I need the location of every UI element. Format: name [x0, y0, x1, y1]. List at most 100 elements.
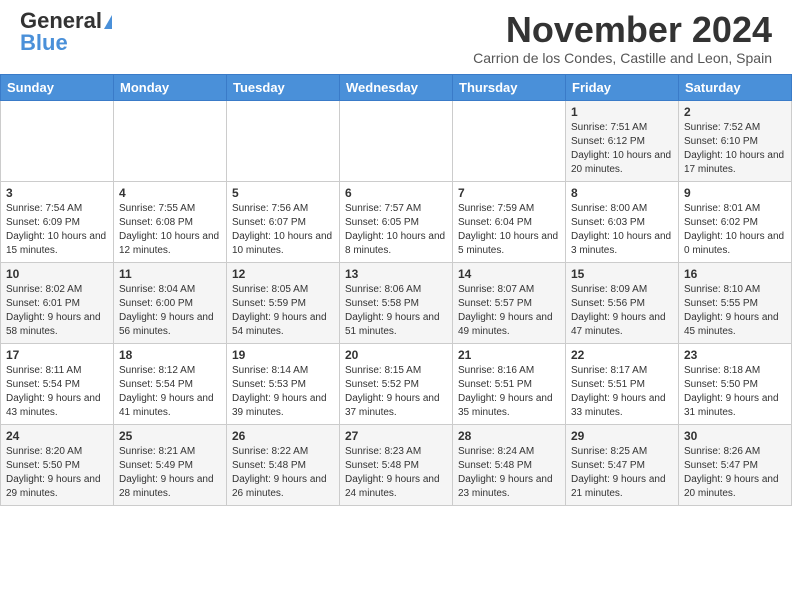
- calendar-cell: 27Sunrise: 8:23 AM Sunset: 5:48 PM Dayli…: [340, 424, 453, 505]
- calendar-cell: 10 Sunrise: 8:02 AM Sunset: 6:01 PM Dayli…: [1, 262, 114, 343]
- day-info: Sunrise: 8:10 AM Sunset: 5:55 PM Dayligh…: [684, 283, 786, 339]
- day-info: Sunrise: 8:22 AM Sunset: 5:48 PM Dayligh…: [232, 445, 334, 501]
- calendar-cell: 19Sunrise: 8:14 AM Sunset: 5:53 PM Dayli…: [227, 343, 340, 424]
- day-number: 9: [684, 186, 786, 200]
- day-number: 3: [6, 186, 108, 200]
- calendar-cell: [114, 100, 227, 181]
- day-number: 1: [571, 105, 673, 119]
- day-number: 7: [458, 186, 560, 200]
- day-info: Sunrise: 7:51 AM Sunset: 6:12 PM Dayligh…: [571, 121, 673, 177]
- day-number: 5: [232, 186, 334, 200]
- day-info: Sunrise: 8:17 AM Sunset: 5:51 PM Dayligh…: [571, 364, 673, 420]
- day-number: 24: [6, 429, 108, 443]
- day-number: 30: [684, 429, 786, 443]
- calendar-cell: [1, 100, 114, 181]
- day-info: Sunrise: 8:11 AM Sunset: 5:54 PM Dayligh…: [6, 364, 108, 420]
- day-number: 12: [232, 267, 334, 281]
- day-info: Sunrise: 8:14 AM Sunset: 5:53 PM Dayligh…: [232, 364, 334, 420]
- weekday-header-tuesday: Tuesday: [227, 74, 340, 100]
- day-info: Sunrise: 8:18 AM Sunset: 5:50 PM Dayligh…: [684, 364, 786, 420]
- day-info: Sunrise: 8:00 AM Sunset: 6:03 PM Dayligh…: [571, 202, 673, 258]
- logo-text: General: [20, 10, 112, 32]
- weekday-header-thursday: Thursday: [453, 74, 566, 100]
- location-subtitle: Carrion de los Condes, Castille and Leon…: [473, 50, 772, 66]
- day-number: 10: [6, 267, 108, 281]
- calendar-cell: 4 Sunrise: 7:55 AM Sunset: 6:08 PM Daylig…: [114, 181, 227, 262]
- day-info: Sunrise: 8:16 AM Sunset: 5:51 PM Dayligh…: [458, 364, 560, 420]
- week-row-5: 24 Sunrise: 8:20 AM Sunset: 5:50 PM Dayli…: [1, 424, 792, 505]
- calendar-cell: [227, 100, 340, 181]
- calendar-cell: 7 Sunrise: 7:59 AM Sunset: 6:04 PM Daylig…: [453, 181, 566, 262]
- day-number: 18: [119, 348, 221, 362]
- day-number: 11: [119, 267, 221, 281]
- calendar-cell: 15 Sunrise: 8:09 AM Sunset: 5:56 PM Dayli…: [566, 262, 679, 343]
- calendar-cell: 30Sunrise: 8:26 AM Sunset: 5:47 PM Dayli…: [679, 424, 792, 505]
- day-info: Sunrise: 7:54 AM Sunset: 6:09 PM Dayligh…: [6, 202, 108, 258]
- calendar-cell: 6 Sunrise: 7:57 AM Sunset: 6:05 PM Daylig…: [340, 181, 453, 262]
- weekday-header-monday: Monday: [114, 74, 227, 100]
- day-info: Sunrise: 8:06 AM Sunset: 5:58 PM Dayligh…: [345, 283, 447, 339]
- calendar-cell: 2Sunrise: 7:52 AM Sunset: 6:10 PM Daylig…: [679, 100, 792, 181]
- weekday-header-friday: Friday: [566, 74, 679, 100]
- calendar-cell: 14 Sunrise: 8:07 AM Sunset: 5:57 PM Dayli…: [453, 262, 566, 343]
- day-number: 13: [345, 267, 447, 281]
- day-info: Sunrise: 7:55 AM Sunset: 6:08 PM Dayligh…: [119, 202, 221, 258]
- day-number: 23: [684, 348, 786, 362]
- day-info: Sunrise: 8:09 AM Sunset: 5:56 PM Dayligh…: [571, 283, 673, 339]
- day-number: 22: [571, 348, 673, 362]
- day-number: 20: [345, 348, 447, 362]
- weekday-header-saturday: Saturday: [679, 74, 792, 100]
- calendar-cell: 22 Sunrise: 8:17 AM Sunset: 5:51 PM Dayli…: [566, 343, 679, 424]
- calendar-cell: 13 Sunrise: 8:06 AM Sunset: 5:58 PM Dayli…: [340, 262, 453, 343]
- day-number: 28: [458, 429, 560, 443]
- day-info: Sunrise: 8:24 AM Sunset: 5:48 PM Dayligh…: [458, 445, 560, 501]
- day-info: Sunrise: 7:59 AM Sunset: 6:04 PM Dayligh…: [458, 202, 560, 258]
- calendar-cell: 11Sunrise: 8:04 AM Sunset: 6:00 PM Dayli…: [114, 262, 227, 343]
- day-number: 8: [571, 186, 673, 200]
- calendar-cell: 21 Sunrise: 8:16 AM Sunset: 5:51 PM Dayli…: [453, 343, 566, 424]
- day-info: Sunrise: 8:05 AM Sunset: 5:59 PM Dayligh…: [232, 283, 334, 339]
- day-number: 27: [345, 429, 447, 443]
- calendar-cell: 3 Sunrise: 7:54 AM Sunset: 6:09 PM Daylig…: [1, 181, 114, 262]
- weekday-header-wednesday: Wednesday: [340, 74, 453, 100]
- logo: General Blue: [20, 10, 112, 56]
- day-number: 6: [345, 186, 447, 200]
- day-info: Sunrise: 8:02 AM Sunset: 6:01 PM Dayligh…: [6, 283, 108, 339]
- week-row-3: 10 Sunrise: 8:02 AM Sunset: 6:01 PM Dayli…: [1, 262, 792, 343]
- day-info: Sunrise: 7:57 AM Sunset: 6:05 PM Dayligh…: [345, 202, 447, 258]
- calendar-cell: 16Sunrise: 8:10 AM Sunset: 5:55 PM Dayli…: [679, 262, 792, 343]
- day-number: 26: [232, 429, 334, 443]
- day-info: Sunrise: 8:15 AM Sunset: 5:52 PM Dayligh…: [345, 364, 447, 420]
- title-area: November 2024 Carrion de los Condes, Cas…: [473, 10, 772, 66]
- day-number: 29: [571, 429, 673, 443]
- month-year-title: November 2024: [473, 10, 772, 50]
- week-row-4: 17Sunrise: 8:11 AM Sunset: 5:54 PM Dayli…: [1, 343, 792, 424]
- calendar-cell: 23 Sunrise: 8:18 AM Sunset: 5:50 PM Dayli…: [679, 343, 792, 424]
- calendar-cell: 25Sunrise: 8:21 AM Sunset: 5:49 PM Dayli…: [114, 424, 227, 505]
- day-number: 15: [571, 267, 673, 281]
- day-number: 4: [119, 186, 221, 200]
- weekday-header-sunday: Sunday: [1, 74, 114, 100]
- calendar-cell: 9Sunrise: 8:01 AM Sunset: 6:02 PM Daylig…: [679, 181, 792, 262]
- week-row-1: 1 Sunrise: 7:51 AM Sunset: 6:12 PM Daylig…: [1, 100, 792, 181]
- calendar-cell: 5 Sunrise: 7:56 AM Sunset: 6:07 PM Daylig…: [227, 181, 340, 262]
- calendar-cell: [453, 100, 566, 181]
- day-info: Sunrise: 8:20 AM Sunset: 5:50 PM Dayligh…: [6, 445, 108, 501]
- calendar-cell: 17Sunrise: 8:11 AM Sunset: 5:54 PM Dayli…: [1, 343, 114, 424]
- day-info: Sunrise: 8:25 AM Sunset: 5:47 PM Dayligh…: [571, 445, 673, 501]
- calendar-cell: 29 Sunrise: 8:25 AM Sunset: 5:47 PM Dayli…: [566, 424, 679, 505]
- calendar-cell: [340, 100, 453, 181]
- calendar-cell: 20 Sunrise: 8:15 AM Sunset: 5:52 PM Dayli…: [340, 343, 453, 424]
- calendar-cell: 8 Sunrise: 8:00 AM Sunset: 6:03 PM Daylig…: [566, 181, 679, 262]
- calendar-table: SundayMondayTuesdayWednesdayThursdayFrid…: [0, 74, 792, 506]
- day-info: Sunrise: 8:07 AM Sunset: 5:57 PM Dayligh…: [458, 283, 560, 339]
- calendar-cell: 1 Sunrise: 7:51 AM Sunset: 6:12 PM Daylig…: [566, 100, 679, 181]
- day-info: Sunrise: 7:52 AM Sunset: 6:10 PM Dayligh…: [684, 121, 786, 177]
- day-info: Sunrise: 8:21 AM Sunset: 5:49 PM Dayligh…: [119, 445, 221, 501]
- day-number: 14: [458, 267, 560, 281]
- calendar-cell: 28 Sunrise: 8:24 AM Sunset: 5:48 PM Dayli…: [453, 424, 566, 505]
- day-number: 21: [458, 348, 560, 362]
- day-info: Sunrise: 7:56 AM Sunset: 6:07 PM Dayligh…: [232, 202, 334, 258]
- logo-blue: Blue: [20, 30, 68, 56]
- calendar-cell: 24 Sunrise: 8:20 AM Sunset: 5:50 PM Dayli…: [1, 424, 114, 505]
